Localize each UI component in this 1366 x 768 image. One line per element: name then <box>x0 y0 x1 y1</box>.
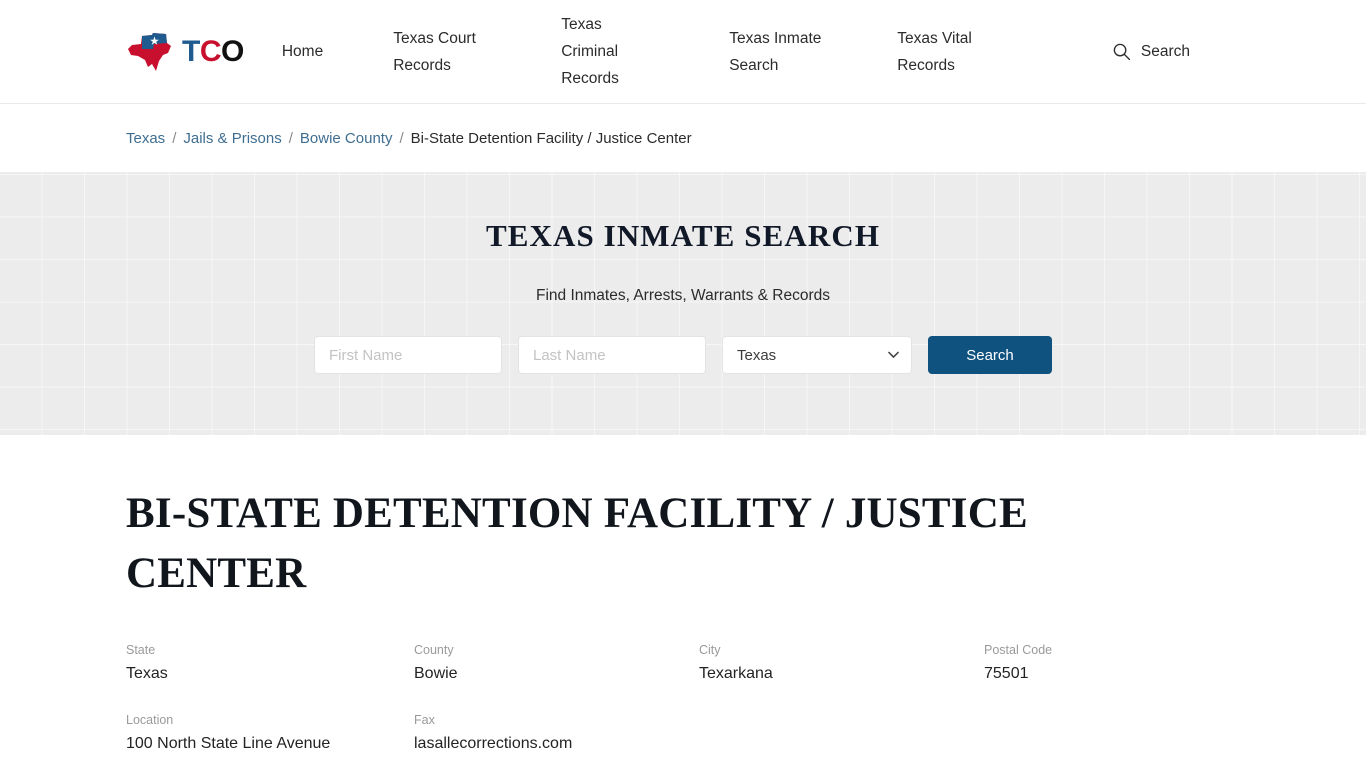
fact-value-county: Bowie <box>414 665 458 682</box>
first-name-input[interactable] <box>314 336 502 374</box>
breadcrumb: Texas / Jails & Prisons / Bowie County /… <box>0 104 1366 172</box>
brand-letter-c: C <box>199 34 222 68</box>
brand-wordmark: TCO <box>182 34 244 68</box>
fact-city: City Texarkana <box>699 642 984 684</box>
hero-title: Texas Inmate Search <box>485 218 881 253</box>
texas-state-logo-icon <box>126 31 176 73</box>
fact-label-postal-code: Postal Code <box>984 643 1053 657</box>
header-search-label: Search <box>1140 42 1190 60</box>
fact-location: Location 100 North State Line Avenue <box>126 712 414 754</box>
search-icon <box>1112 42 1131 61</box>
nav-item-texas-court-records[interactable]: Texas Court Records <box>393 25 493 79</box>
fact-value-fax: lasallecorrections.com <box>414 735 573 752</box>
breadcrumb-item-current: Bi-State Detention Facility / Justice Ce… <box>410 129 692 147</box>
facility-details-grid: State Texas County Bowie City Texarkana … <box>126 642 1240 754</box>
nav-item-texas-vital-records[interactable]: Texas Vital Records <box>897 25 997 79</box>
header-search-toggle[interactable]: Search <box>1112 42 1240 61</box>
last-name-input[interactable] <box>518 336 706 374</box>
fact-label-location: Location <box>126 713 174 727</box>
hero-search-button[interactable]: Search <box>928 336 1052 374</box>
page-title: Bi-State Detention Facility / Justice Ce… <box>126 490 1028 597</box>
breadcrumb-separator: / <box>288 129 293 147</box>
fact-label-fax: Fax <box>414 713 435 727</box>
state-select[interactable]: Texas <box>722 336 912 374</box>
nav-item-texas-inmate-search[interactable]: Texas Inmate Search <box>729 25 829 79</box>
hero-search-section: Texas Inmate Search Find Inmates, Arrest… <box>0 172 1366 435</box>
fact-label-city: City <box>699 643 721 657</box>
site-header: TCO Home Texas Court Records Texas Crimi… <box>0 0 1366 104</box>
fact-label-state: State <box>126 643 156 657</box>
state-select-wrapper: Texas <box>722 336 912 374</box>
main-navigation: Home Texas Court Records Texas Criminal … <box>282 11 1112 92</box>
breadcrumb-separator: / <box>172 129 177 147</box>
hero-subtitle: Find Inmates, Arrests, Warrants & Record… <box>535 287 830 304</box>
fact-label-county: County <box>414 643 454 657</box>
brand-letter-o: O <box>221 34 244 68</box>
fact-value-city: Texarkana <box>699 665 773 682</box>
fact-postal-code: Postal Code 75501 <box>984 642 1240 684</box>
fact-state: State Texas <box>126 642 414 684</box>
nav-item-texas-criminal-records[interactable]: Texas Criminal Records <box>561 11 661 92</box>
fact-value-state: Texas <box>126 665 168 682</box>
breadcrumb-item-texas[interactable]: Texas <box>126 130 165 147</box>
main-content: Bi-State Detention Facility / Justice Ce… <box>0 435 1366 768</box>
brand-logo[interactable]: TCO <box>126 31 244 73</box>
breadcrumb-separator: / <box>399 129 404 147</box>
fact-county: County Bowie <box>414 642 699 684</box>
breadcrumb-item-bowie-county[interactable]: Bowie County <box>300 130 393 147</box>
brand-letter-t: T <box>182 34 200 68</box>
nav-item-home[interactable]: Home <box>282 38 323 65</box>
inmate-search-form: Texas Search <box>314 336 1052 374</box>
breadcrumb-item-jails-prisons[interactable]: Jails & Prisons <box>183 130 281 147</box>
fact-value-postal-code: 75501 <box>984 665 1029 682</box>
fact-fax: Fax lasallecorrections.com <box>414 712 699 754</box>
fact-value-location: 100 North State Line Avenue <box>126 735 331 752</box>
